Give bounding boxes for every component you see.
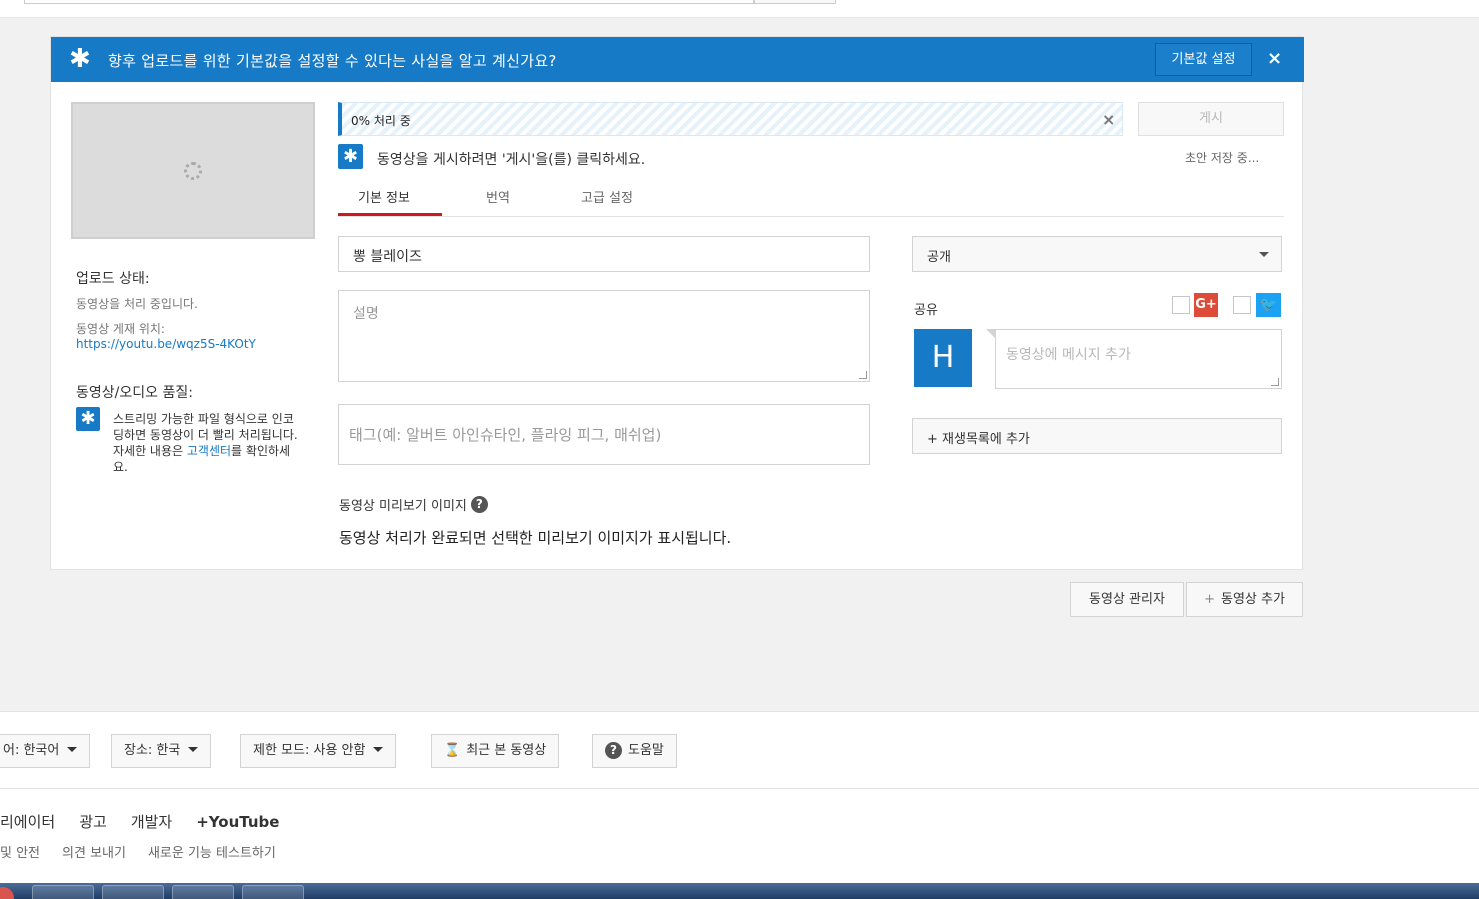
footer-link-creators[interactable]: 리에이터 xyxy=(0,813,55,831)
processing-progress-bar: 0% 처리 중 × xyxy=(338,102,1123,136)
caret-down-icon xyxy=(373,747,384,752)
star-icon: ✱ xyxy=(69,44,91,74)
location-select[interactable]: 장소: 한국 xyxy=(111,734,212,768)
upload-status-text: 동영상을 처리 중입니다. xyxy=(76,297,198,311)
footer-link-ads[interactable]: 광고 xyxy=(79,813,107,831)
help-center-link[interactable]: 고객센터 xyxy=(187,444,231,458)
footer-links-secondary: 및 안전 의견 보내기 새로운 기능 테스트하기 xyxy=(0,842,298,861)
chevron-down-icon xyxy=(1259,252,1269,257)
star-icon: ✱ xyxy=(76,407,100,431)
upload-status-heading: 업로드 상태: xyxy=(76,271,150,287)
plus-icon: + xyxy=(1204,592,1215,607)
visibility-value: 공개 xyxy=(927,250,951,265)
footer-link-youtube-plus[interactable]: +YouTube xyxy=(196,813,279,831)
os-taskbar xyxy=(0,883,1479,899)
thumbnail-preview-message: 동영상 처리가 완료되면 선택한 미리보기 이미지가 표시됩니다. xyxy=(339,529,732,547)
description-input[interactable]: 설명 xyxy=(338,290,870,382)
help-label: 도움말 xyxy=(628,743,664,758)
history-label: 최근 본 동영상 xyxy=(466,743,547,758)
tab-basic-info[interactable]: 기본 정보 xyxy=(358,187,410,206)
draft-status: 초안 저장 중... xyxy=(1185,151,1260,165)
video-thumbnail xyxy=(71,102,315,239)
twitter-share-checkbox[interactable] xyxy=(1233,296,1251,314)
preview-label-text: 동영상 미리보기 이미지 xyxy=(339,499,467,514)
restricted-mode-select[interactable]: 제한 모드: 사용 안함 xyxy=(240,734,397,768)
history-button[interactable]: ⌛ 최근 본 동영상 xyxy=(431,734,560,768)
footer-links-primary: 리에이터 광고 개발자 +YouTube xyxy=(0,811,303,832)
language-value: 어: 한국어 xyxy=(3,743,60,758)
video-location-label: 동영상 게재 위치: xyxy=(76,322,165,336)
twitter-icon: 🐦 xyxy=(1256,293,1281,317)
set-defaults-button[interactable]: 기본값 설정 xyxy=(1155,43,1252,76)
video-url-link[interactable]: https://youtu.be/wqz5S-4KOtY xyxy=(76,337,256,351)
avatar: H xyxy=(914,329,972,387)
taskbar-app-4[interactable] xyxy=(242,885,304,899)
upload-card: ✱ 향후 업로드를 위한 기본값을 설정할 수 있다는 사실을 알고 계신가요?… xyxy=(50,36,1304,570)
share-message-input[interactable]: 동영상에 메시지 추가 xyxy=(986,329,1282,389)
tab-bar: 기본 정보 번역 고급 설정 xyxy=(338,177,1284,217)
active-tab-indicator xyxy=(338,213,442,216)
title-input[interactable]: 뽕 블레이즈 xyxy=(338,236,870,272)
thumbnail-preview-label: 동영상 미리보기 이미지? xyxy=(339,495,488,514)
add-to-playlist-button[interactable]: + 재생목록에 추가 xyxy=(912,418,1282,454)
star-icon: ✱ xyxy=(338,144,363,169)
banner-close-icon[interactable]: × xyxy=(1267,48,1282,69)
footer-link-test-features[interactable]: 새로운 기능 테스트하기 xyxy=(148,846,276,861)
share-message-placeholder: 동영상에 메시지 추가 xyxy=(1006,347,1131,363)
description-placeholder: 설명 xyxy=(353,306,379,322)
resize-handle[interactable] xyxy=(859,371,867,379)
visibility-select[interactable]: 공개 xyxy=(912,236,1282,272)
taskbar-app-1[interactable] xyxy=(32,885,94,899)
taskbar-app-3[interactable] xyxy=(172,885,234,899)
resize-handle[interactable] xyxy=(1271,378,1279,386)
restricted-mode-value: 제한 모드: 사용 안함 xyxy=(253,743,366,758)
help-icon[interactable]: ? xyxy=(470,496,488,513)
footer-link-feedback[interactable]: 의견 보내기 xyxy=(62,846,126,861)
publish-button[interactable]: 게시 xyxy=(1138,102,1284,136)
gplus-icon: G+ xyxy=(1194,293,1218,317)
help-icon: ? xyxy=(605,742,622,759)
location-value: 장소: 한국 xyxy=(124,743,181,758)
publish-hint: 동영상을 게시하려면 '게시'을(를) 클릭하세요. xyxy=(377,152,646,168)
search-input[interactable] xyxy=(24,0,754,4)
video-manager-button[interactable]: 동영상 관리자 xyxy=(1070,582,1184,617)
add-video-button[interactable]: + 동영상 추가 xyxy=(1186,582,1303,617)
cancel-upload-icon[interactable]: × xyxy=(1102,110,1115,129)
tags-input[interactable]: 태그(예: 알버트 아인슈타인, 플라잉 피그, 매쉬업) xyxy=(338,404,870,465)
footer-link-safety[interactable]: 및 안전 xyxy=(0,846,40,861)
hourglass-icon: ⌛ xyxy=(444,743,461,758)
search-button[interactable] xyxy=(754,0,836,4)
gplus-share-checkbox[interactable] xyxy=(1172,296,1190,314)
banner-text: 향후 업로드를 위한 기본값을 설정할 수 있다는 사실을 알고 계신가요? xyxy=(108,52,557,70)
progress-text: 0% 처리 중 xyxy=(351,114,411,128)
footer-divider xyxy=(0,788,1479,789)
browser-icon[interactable] xyxy=(0,887,14,899)
defaults-banner: ✱ 향후 업로드를 위한 기본값을 설정할 수 있다는 사실을 알고 계신가요?… xyxy=(51,37,1304,82)
tab-translation[interactable]: 번역 xyxy=(486,187,510,206)
share-label: 공유 xyxy=(914,303,938,318)
help-button[interactable]: ? 도움말 xyxy=(592,734,677,768)
top-bar xyxy=(0,0,1479,18)
caret-down-icon xyxy=(188,747,199,752)
caret-down-icon xyxy=(67,747,78,752)
quality-heading: 동영상/오디오 품질: xyxy=(76,385,193,401)
footer-link-developers[interactable]: 개발자 xyxy=(131,813,172,831)
language-select[interactable]: 어: 한국어 xyxy=(0,734,91,768)
tab-advanced-settings[interactable]: 고급 설정 xyxy=(581,187,633,206)
loading-spinner-icon xyxy=(184,162,202,180)
footer: 어: 한국어 장소: 한국 제한 모드: 사용 안함 ⌛ 최근 본 동영상 ? 도움… xyxy=(0,711,1479,883)
taskbar-app-2[interactable] xyxy=(102,885,164,899)
quality-info: 스트리밍 가능한 파일 형식으로 인코딩하면 동영상이 더 빨리 처리됩니다. … xyxy=(113,411,298,475)
add-video-label: 동영상 추가 xyxy=(1220,592,1285,607)
